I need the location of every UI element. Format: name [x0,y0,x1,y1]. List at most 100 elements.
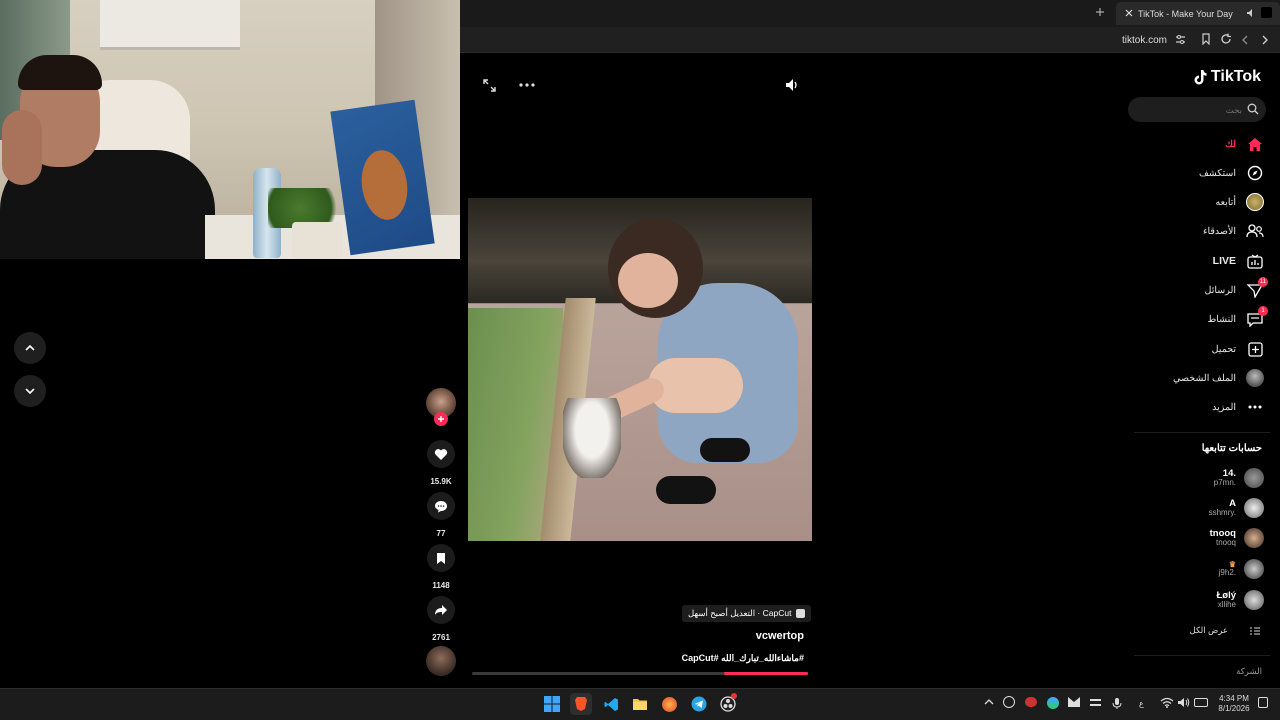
nav-messages[interactable]: 11 الرسائل [1205,277,1268,301]
nav-profile[interactable]: الملف الشخصي [1173,367,1264,389]
logo-text: TikTok [1210,68,1261,85]
comment-button[interactable] [427,492,455,520]
save-action[interactable]: 1148 [426,544,456,590]
nav-activity[interactable]: 1 النشاط [1207,306,1268,330]
nav-upload[interactable]: تحميل [1212,338,1264,360]
search-box[interactable] [1128,97,1266,122]
following-account[interactable]: Łølý xllihe [1216,587,1264,613]
search-button[interactable] [1247,103,1259,115]
taskbar-telegram[interactable] [688,693,710,715]
video-player[interactable] [468,198,812,541]
avatar [1244,590,1264,610]
share-action[interactable]: 2761 [426,596,456,642]
telegram-icon [691,696,707,712]
tray-battery-icon[interactable] [1194,698,1208,707]
following-title: حسابات تتابعها [1201,443,1262,454]
nav-for-you[interactable]: لك [1225,133,1264,155]
nav-friends[interactable]: الأصدقاء [1203,220,1264,242]
nav-more[interactable]: المزيد [1212,396,1264,418]
tiktok-logo[interactable]: TikTok [1193,68,1261,86]
comment-action[interactable]: 77 [426,492,456,538]
video-username[interactable]: vcwertop [756,630,804,642]
nav-label: الأصدقاء [1202,225,1236,237]
nav-explore[interactable]: استكشف [1199,162,1264,184]
tray-time: 4:34 PM [1219,694,1249,703]
account-handle: sshmry. [1208,507,1236,517]
chevron-right-icon [1262,35,1268,45]
tray-overflow-button[interactable] [984,698,994,706]
like-action[interactable]: 15.9K [426,440,456,486]
air-conditioner [100,0,240,50]
taskbar-vscode[interactable] [600,693,622,715]
like-button[interactable] [427,440,455,468]
close-icon [1125,9,1133,17]
account-names: 14. p7mn. [1214,468,1236,487]
capcut-anchor[interactable]: CapCut · التعديل أصبح أسهل [682,605,812,622]
taskbar-file-explorer[interactable] [629,693,651,715]
video-progress-fill [724,672,808,675]
creator-avatar[interactable] [426,388,456,426]
chevron-down-icon [25,388,35,395]
following-account[interactable]: A sshmry. [1209,495,1264,521]
more-options-button[interactable] [519,82,535,88]
tab-audio-icon[interactable] [1246,8,1256,18]
taskbar-brave[interactable] [570,693,592,715]
share-button[interactable] [427,596,455,624]
tray-wifi-icon[interactable] [1160,697,1174,708]
company-link[interactable]: الشركة [1236,666,1262,677]
browser-tab[interactable]: TikTok - Make Your Day [1116,2,1280,25]
windows-logo-icon [544,696,560,712]
taskbar-app[interactable] [658,693,680,715]
tiktok-note-icon [1194,70,1207,85]
tray-app-icon[interactable] [1003,696,1015,708]
speaker-icon [1247,9,1252,17]
nav-label: LIVE [1212,255,1236,267]
taskbar-obs[interactable] [717,693,739,715]
tray-menu-icon[interactable] [1090,699,1101,706]
nav-live[interactable]: LIVE [1213,250,1264,272]
volume-button[interactable] [785,78,799,92]
reload-button[interactable] [1220,33,1232,45]
search-input[interactable] [1138,101,1242,118]
notification-bell-icon[interactable] [1258,697,1268,708]
tray-app-icon[interactable] [1025,697,1037,707]
video-progress-bar[interactable] [472,672,808,675]
site-settings-button[interactable] [1175,34,1186,45]
capcut-icon [796,609,806,618]
tray-language-icon[interactable]: ع [1139,699,1144,708]
start-button[interactable] [541,693,563,715]
capcut-pill[interactable]: CapCut · التعديل أصبح أسهل [682,605,812,622]
back-button[interactable] [1240,34,1250,46]
video-hashtags[interactable]: #ماشاءالله_تبارك_الله #CapCut [682,653,804,664]
close-tab-button[interactable] [1124,8,1134,18]
save-count: 1148 [432,581,450,590]
avatar [1244,528,1264,548]
see-all-link[interactable]: عرض الكل [1190,625,1260,636]
previous-video-button[interactable] [14,332,46,364]
brave-lion-icon [575,697,587,711]
next-video-button[interactable] [14,375,46,407]
nav-following[interactable]: أتابعه [1216,191,1264,213]
fullscreen-button[interactable] [483,79,496,92]
following-account[interactable]: 14. p7mn. [1214,465,1264,491]
tray-app-icon[interactable] [1047,697,1059,709]
tune-icon [1176,35,1185,44]
following-account[interactable]: ♛ j9h2. [1219,556,1264,582]
music-disc-icon[interactable] [426,646,456,676]
comment-count: 77 [436,529,446,538]
browser-url-bar: tiktok.com [460,27,1280,53]
following-account[interactable]: tnooq tnooq [1210,525,1264,551]
follow-button[interactable] [434,412,448,426]
tray-volume-icon[interactable] [1177,697,1190,708]
url-text[interactable]: tiktok.com [1122,35,1167,46]
tray-microphone-icon[interactable] [1112,697,1122,710]
save-button[interactable] [427,544,455,572]
account-handle: xllihe [1217,599,1236,609]
profile-avatar-icon [1246,369,1264,387]
bookmark-button[interactable] [1201,33,1211,45]
expand-icon [483,79,496,92]
activity-icon: 1 [1246,306,1268,328]
tray-clock[interactable]: 4:34 PM 8/1/2026 [1214,694,1254,713]
new-tab-button[interactable] [1094,6,1106,18]
forward-button[interactable] [1260,34,1270,46]
